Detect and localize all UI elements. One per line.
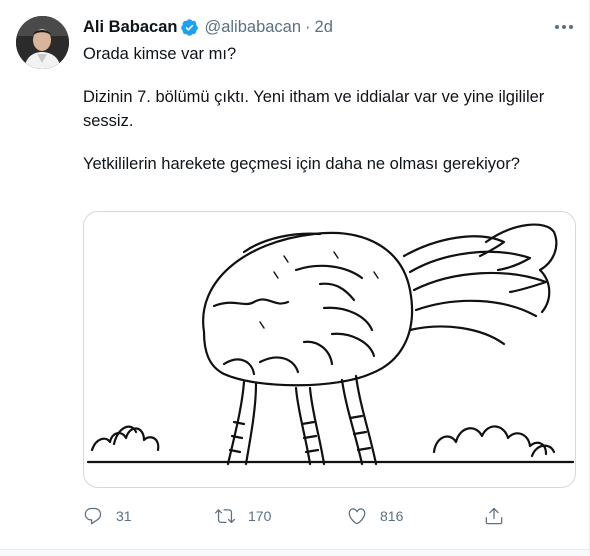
like-count: 816 — [380, 508, 404, 524]
retweet-count: 170 — [248, 508, 272, 524]
tweet-media-image[interactable] — [83, 211, 576, 488]
more-options-icon[interactable] — [553, 16, 575, 38]
share-button[interactable] — [484, 503, 504, 529]
tweet-card[interactable]: Ali Babacan @alibabacan · 2d Orada kimse… — [0, 0, 590, 550]
separator-dot: · — [305, 17, 311, 36]
share-icon — [485, 507, 503, 525]
timestamp[interactable]: 2d — [315, 18, 333, 37]
retweet-icon — [215, 509, 235, 524]
reply-count: 31 — [116, 508, 132, 524]
ostrich-illustration — [86, 223, 575, 466]
tweet-text: Orada kimse var mı? Dizinin 7. bölümü çı… — [83, 42, 563, 195]
verified-badge-icon — [181, 18, 199, 36]
reply-icon — [84, 507, 102, 525]
author-name[interactable]: Ali Babacan — [83, 18, 177, 37]
tweet-paragraph: Orada kimse var mı? — [83, 45, 237, 63]
reply-button[interactable]: 31 — [83, 503, 132, 529]
like-button[interactable]: 816 — [347, 503, 403, 529]
tweet-paragraph: Yetkililerin harekete geçmesi için daha … — [83, 155, 520, 173]
author-handle[interactable]: @alibabacan — [204, 18, 301, 37]
tweet-header: Ali Babacan @alibabacan · 2d — [83, 16, 333, 38]
avatar[interactable] — [16, 16, 69, 69]
heart-icon — [348, 508, 366, 525]
tweet-actions: 31 170 816 — [83, 503, 513, 529]
tweet-paragraph: Dizinin 7. bölümü çıktı. Yeni itham ve i… — [83, 88, 545, 130]
retweet-button[interactable]: 170 — [215, 503, 271, 529]
